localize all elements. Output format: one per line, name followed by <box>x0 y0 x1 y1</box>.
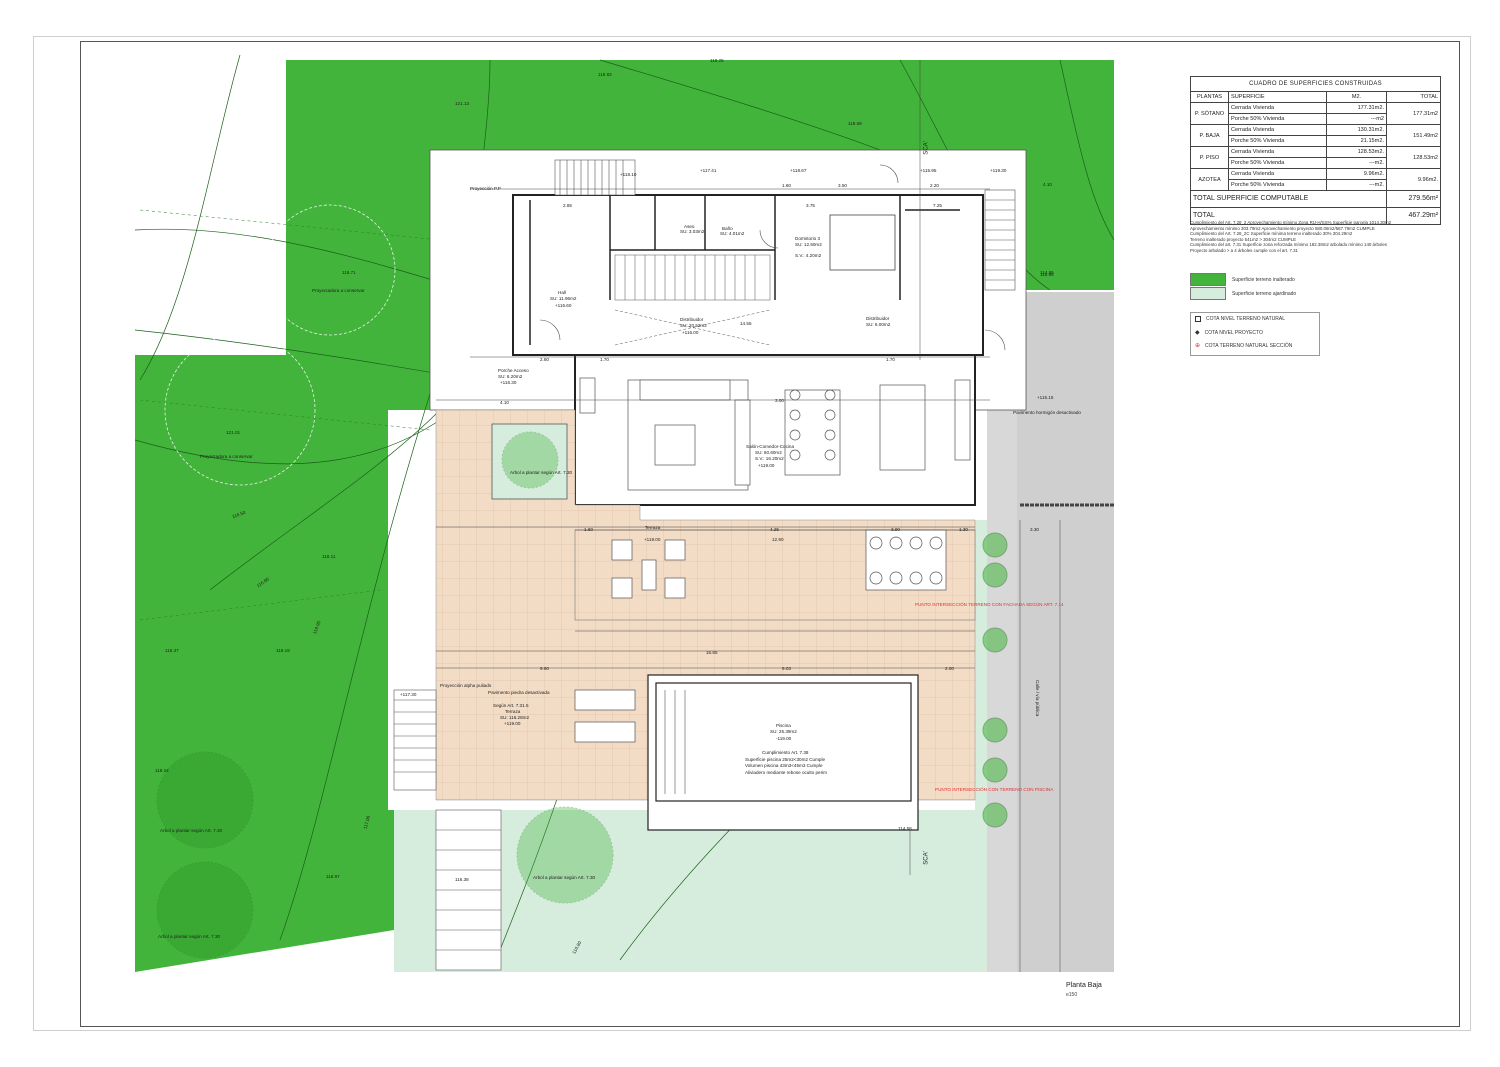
legend-altered: Superficie terreno ajardinado <box>1190 287 1296 300</box>
legend-label: COTA NIVEL PROYECTO <box>1204 329 1263 336</box>
surfaces-table: CUADRO DE SUPERFICIES CONSTRUIDAS PLANTA… <box>1189 76 1442 225</box>
note-line: Proyecto arbolado > a 4 árboles cumple c… <box>1190 247 1299 253</box>
legend-label: Superficie terreno ajardinado <box>1232 290 1297 297</box>
level-marker-icon: ◆ <box>1195 330 1200 336</box>
table-row-total: 151.49m2 <box>1385 124 1442 147</box>
table-header: M2. <box>1326 91 1387 103</box>
table-cell: Cerrada Vivienda <box>1228 146 1327 158</box>
table-cell: ---m2 <box>1326 113 1387 125</box>
legend-project-level: ◆ COTA NIVEL PROYECTO <box>1195 329 1263 337</box>
legend-swatch <box>1190 287 1226 300</box>
legend-section-level: ⊕ COTA TERRENO NATURAL SECCIÓN <box>1195 342 1293 350</box>
table-cell: 128.53m2. <box>1326 146 1387 158</box>
legend-label: Superficie terreno inalterado <box>1232 276 1295 283</box>
legend-natural-level: COTA NIVEL TERRENO NATURAL <box>1195 316 1285 322</box>
table-cell: Cerrada Vivienda <box>1228 124 1327 136</box>
stair-lower-path <box>435 809 502 971</box>
total-computable-value: 279.56m² <box>1385 190 1442 208</box>
section-marker-icon: ⊕ <box>1195 343 1201 349</box>
pool <box>655 682 912 802</box>
table-header: SUPERFICIE <box>1228 91 1327 103</box>
stair-right <box>984 189 1016 291</box>
table-title: CUADRO DE SUPERFICIES CONSTRUIDAS <box>1189 76 1442 92</box>
bed <box>829 214 896 271</box>
table-cell: 21.15m2. <box>1326 135 1387 147</box>
compliance-notes: Cumplimiento del Art. 7.28_2 Aprovechami… <box>1190 220 1452 254</box>
table-cell: Cerrada Vivienda <box>1228 102 1327 114</box>
table-header: TOTAL <box>1385 91 1442 103</box>
table-row-planta: P. PISO <box>1190 146 1229 169</box>
stair-top-left <box>554 159 636 196</box>
table-cell: 130.31m2. <box>1326 124 1387 136</box>
table-cell: 177.31m2. <box>1326 102 1387 114</box>
table-row-total: 177.31m2 <box>1385 102 1442 125</box>
table-cell: Porche 50% Vivienda <box>1228 157 1327 169</box>
plan-scale: e150 <box>1066 992 1078 998</box>
table-row-total: 128.53m2 <box>1385 146 1442 169</box>
legend-unaltered: Superficie terreno inalterado <box>1190 273 1295 286</box>
table-header: PLANTAS <box>1190 91 1229 103</box>
table-cell: Cerrada Vivienda <box>1228 168 1327 180</box>
table-cell: Porche 50% Vivienda <box>1228 113 1327 125</box>
table-cell: Porche 50% Vivienda <box>1228 135 1327 147</box>
square-icon <box>1195 316 1201 322</box>
altered-terrain-strip <box>975 520 987 972</box>
plan-title: Planta Baja <box>1066 982 1102 989</box>
legend-label: COTA TERRENO NATURAL SECCIÓN <box>1205 342 1293 349</box>
stair-lower-left <box>393 689 437 791</box>
table-row-planta: AZOTEA <box>1190 168 1229 191</box>
table-row-total: 9.96m2. <box>1385 168 1442 191</box>
table-cell: ---m2. <box>1326 157 1387 169</box>
legend-swatch <box>1190 273 1226 286</box>
total-computable-label: TOTAL SUPERFICIE COMPUTABLE <box>1190 190 1387 208</box>
legend-label: COTA NIVEL TERRENO NATURAL <box>1206 316 1285 322</box>
table-cell: 9.96m2. <box>1326 168 1387 180</box>
table-row-planta: P. SÓTANO <box>1190 102 1229 125</box>
table-cell: ---m2. <box>1326 179 1387 191</box>
table-row-planta: P. BAJA <box>1190 124 1229 147</box>
table-cell: Porche 50% Vivienda <box>1228 179 1327 191</box>
